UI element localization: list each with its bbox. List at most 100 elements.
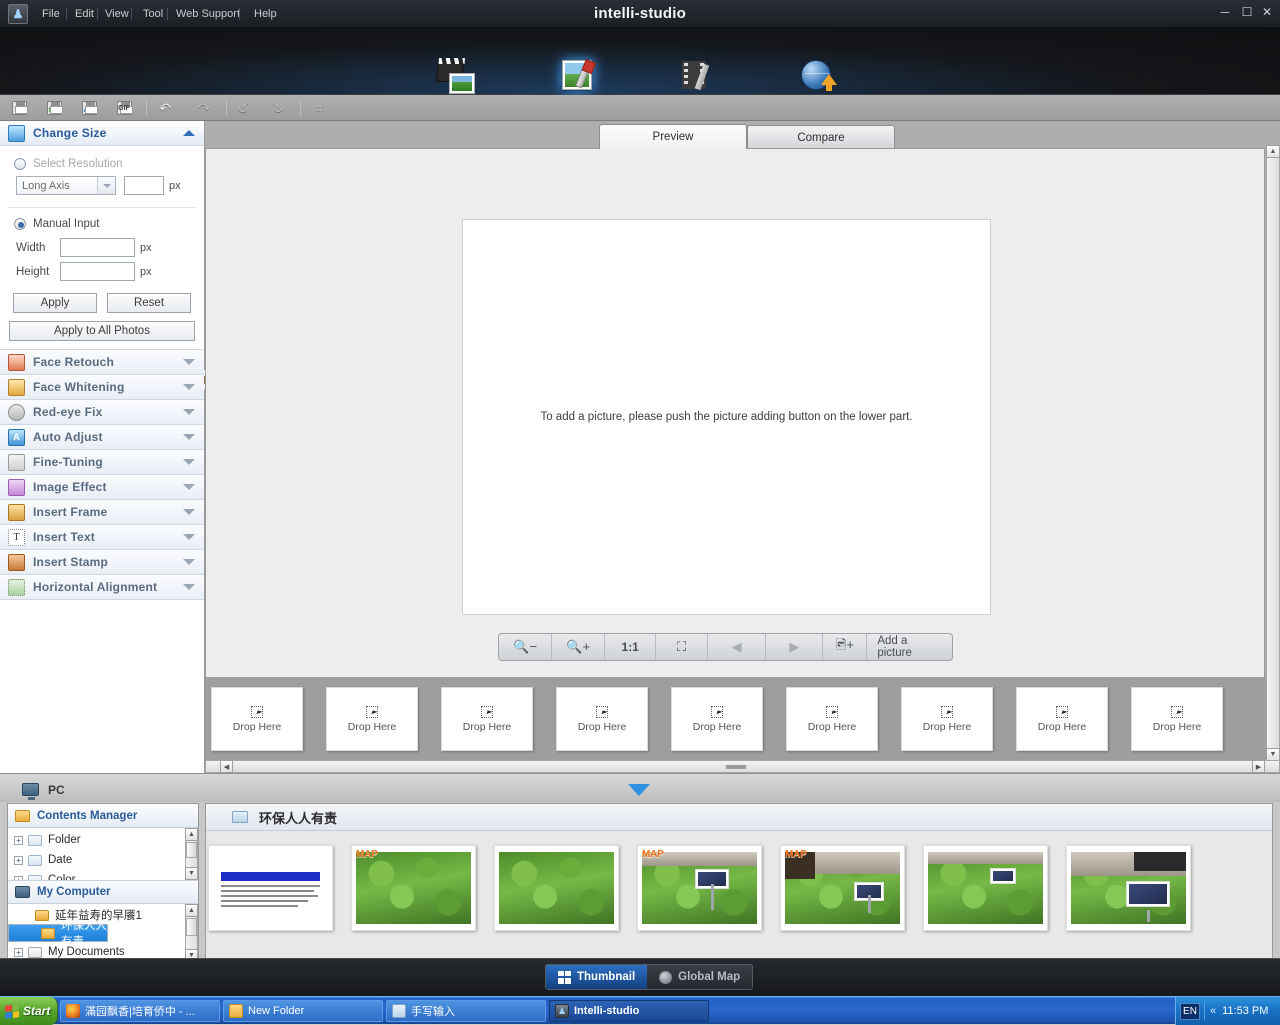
zoom-out-icon[interactable]: 🔍−	[499, 634, 553, 660]
scroll-up-arrow[interactable]: ▲	[185, 828, 198, 841]
chevron-down-icon[interactable]	[183, 484, 195, 490]
tab-global-map-view[interactable]: Global Map	[647, 965, 753, 989]
scroll-right-arrow[interactable]: ▶	[1252, 760, 1265, 773]
redo-button[interactable]: ↷	[191, 98, 217, 118]
thumbnail-item[interactable]	[923, 845, 1048, 931]
start-button[interactable]: Start	[0, 997, 58, 1025]
save-new-button[interactable]: NEW	[41, 98, 67, 118]
expand-icon[interactable]: +	[14, 835, 23, 845]
tray-expand-chevron-icon[interactable]: «	[1210, 1005, 1216, 1017]
drop-slot[interactable]: Drop Here	[1131, 687, 1223, 751]
select-resolution-radio[interactable]	[14, 158, 26, 170]
section-header-image-effect[interactable]: Image Effect	[0, 475, 204, 500]
tab-preview[interactable]: Preview	[599, 124, 747, 149]
drop-slot[interactable]: Drop Here	[1016, 687, 1108, 751]
section-header-insert-text[interactable]: T Insert Text	[0, 525, 204, 550]
taskbar-item-browser[interactable]: 滿园飘香|培育侨中 - ...	[60, 1000, 220, 1022]
preview-vertical-scrollbar[interactable]: ▲ ▼	[1266, 145, 1280, 761]
add-picture-icon[interactable]: 🖻+	[823, 634, 868, 660]
expand-icon[interactable]: +	[14, 855, 23, 865]
tree-item-folder-selected[interactable]: 环保人人有责	[8, 920, 108, 948]
maximize-icon[interactable]: ☐	[1238, 4, 1256, 20]
undo-button[interactable]: ↶	[152, 98, 178, 118]
next-arrow-icon[interactable]: ▶	[766, 634, 824, 660]
thumbnail-item[interactable]	[1066, 845, 1191, 931]
apply-button[interactable]: Apply	[13, 293, 97, 313]
section-header-change-size[interactable]: Change Size	[0, 121, 204, 146]
scrollbar-thumb[interactable]	[186, 842, 197, 858]
section-header-insert-stamp[interactable]: Insert Stamp	[0, 550, 204, 575]
width-input[interactable]	[60, 238, 135, 257]
taskbar-item-handwriting[interactable]: 手写输入	[386, 1000, 546, 1022]
rotate-left-button[interactable]: ↺	[230, 98, 256, 118]
chevron-down-icon[interactable]	[183, 409, 195, 415]
chevron-down-icon[interactable]	[97, 177, 115, 194]
manual-input-radio-row[interactable]: Manual Input	[14, 218, 204, 230]
zoom-ratio-label[interactable]: 1:1	[605, 634, 657, 660]
chevron-down-icon[interactable]	[183, 459, 195, 465]
thumbnail-item[interactable]	[208, 845, 333, 931]
crop-button[interactable]: ⌗	[306, 98, 332, 118]
chevron-down-icon[interactable]	[183, 584, 195, 590]
fit-screen-icon[interactable]: ⛶	[656, 634, 708, 660]
scroll-left-arrow[interactable]: ◀	[220, 760, 233, 773]
tree-item-folder[interactable]: + Folder	[8, 831, 198, 849]
section-header-face-whitening[interactable]: Face Whitening	[0, 375, 204, 400]
contents-tree-scrollbar[interactable]: ▲ ▼	[185, 828, 198, 880]
select-resolution-radio-row[interactable]: Select Resolution	[14, 158, 204, 170]
add-picture-label[interactable]: Add a picture	[867, 634, 952, 660]
chevron-down-icon[interactable]	[183, 359, 195, 365]
resolution-value-input[interactable]	[124, 176, 164, 195]
save-button[interactable]	[6, 98, 32, 118]
chevron-down-icon[interactable]	[183, 434, 195, 440]
chevron-down-icon[interactable]	[183, 559, 195, 565]
rotate-right-button[interactable]: ↻	[265, 98, 291, 118]
drop-slot[interactable]: Drop Here	[901, 687, 993, 751]
clock[interactable]: 11:53 PM	[1222, 1005, 1268, 1017]
minimize-icon[interactable]: ─	[1216, 4, 1234, 20]
section-header-red-eye-fix[interactable]: Red-eye Fix	[0, 400, 204, 425]
contents-manager-header[interactable]: Contents Manager	[8, 804, 198, 828]
save-all-button[interactable]: ALL	[76, 98, 102, 118]
drop-slot[interactable]: Drop Here	[211, 687, 303, 751]
scroll-up-arrow[interactable]: ▲	[1266, 145, 1280, 158]
section-header-auto-adjust[interactable]: A Auto Adjust	[0, 425, 204, 450]
thumbnail-item[interactable]: MAP	[637, 845, 762, 931]
long-axis-dropdown[interactable]: Long Axis	[16, 176, 116, 195]
section-header-insert-frame[interactable]: Insert Frame	[0, 500, 204, 525]
scrollbar-thumb[interactable]	[186, 918, 197, 936]
collapse-down-triangle-icon[interactable]	[628, 784, 650, 796]
expand-icon[interactable]: +	[14, 875, 23, 880]
tree-item-date[interactable]: + Date	[8, 851, 198, 869]
prev-arrow-icon[interactable]: ◀	[708, 634, 767, 660]
chevron-down-icon[interactable]	[183, 509, 195, 515]
thumbnail-item[interactable]: MAP	[780, 845, 905, 931]
scroll-down-arrow[interactable]: ▼	[185, 867, 198, 880]
thumbnail-item[interactable]	[494, 845, 619, 931]
scroll-up-arrow[interactable]: ▲	[185, 904, 198, 917]
close-icon[interactable]: ✕	[1258, 4, 1276, 20]
section-header-face-retouch[interactable]: Face Retouch	[0, 350, 204, 375]
tab-thumbnail-view[interactable]: Thumbnail	[546, 965, 648, 989]
language-indicator[interactable]: EN	[1180, 1002, 1200, 1020]
tree-item-color[interactable]: + Color	[8, 871, 198, 880]
drop-slot[interactable]: Drop Here	[326, 687, 418, 751]
drop-slot[interactable]: Drop Here	[441, 687, 533, 751]
taskbar-item-new-folder[interactable]: New Folder	[223, 1000, 383, 1022]
tab-compare[interactable]: Compare	[747, 125, 895, 149]
taskbar-item-intelli-studio[interactable]: ♟ Intelli-studio	[549, 1000, 709, 1022]
height-input[interactable]	[60, 262, 135, 281]
save-gif-button[interactable]: GIF	[111, 98, 137, 118]
drop-slot[interactable]: Drop Here	[786, 687, 878, 751]
preview-canvas[interactable]: To add a picture, please push the pictur…	[462, 219, 991, 615]
manual-input-radio[interactable]	[14, 218, 26, 230]
apply-to-all-photos-button[interactable]: Apply to All Photos	[9, 321, 195, 341]
preview-horizontal-scrollbar[interactable]: ◀ ▶	[205, 760, 1280, 773]
chevron-up-icon[interactable]	[183, 130, 195, 136]
section-header-fine-tuning[interactable]: Fine-Tuning	[0, 450, 204, 475]
reset-button[interactable]: Reset	[107, 293, 191, 313]
chevron-down-icon[interactable]	[183, 534, 195, 540]
drop-slot[interactable]: Drop Here	[671, 687, 763, 751]
my-computer-header[interactable]: My Computer	[8, 880, 198, 904]
chevron-down-icon[interactable]	[183, 384, 195, 390]
